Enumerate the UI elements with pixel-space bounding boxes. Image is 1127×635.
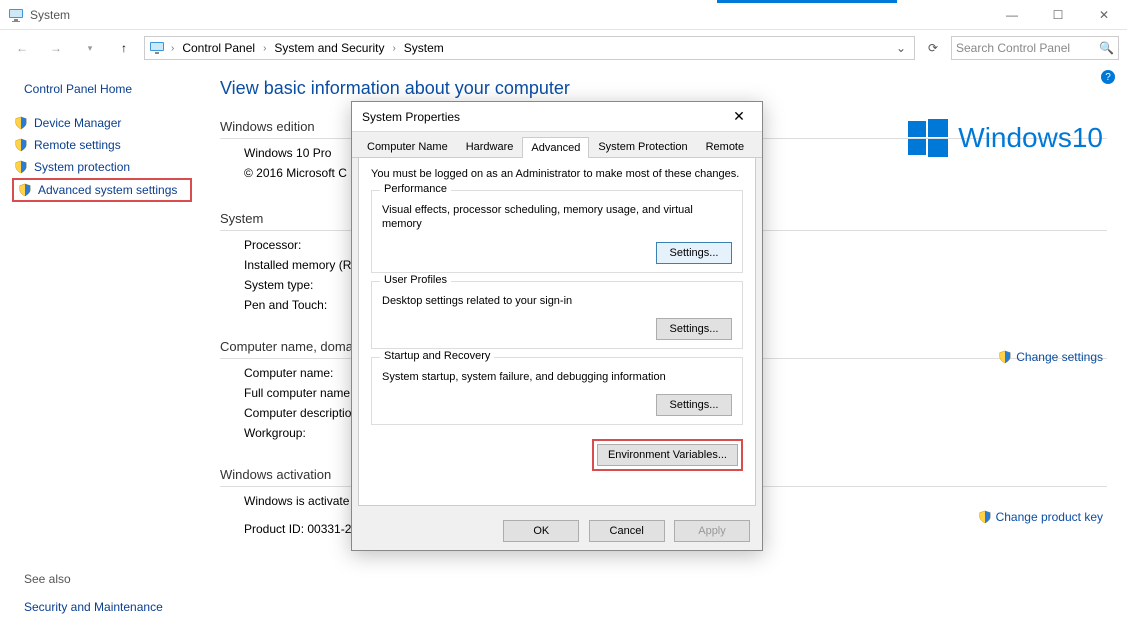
windows10-text: Windows10: [958, 122, 1103, 154]
environment-variables-button[interactable]: Environment Variables...: [597, 444, 738, 466]
group-title: Performance: [380, 183, 451, 195]
tab-system-protection[interactable]: System Protection: [589, 136, 696, 157]
back-button[interactable]: ←: [8, 34, 36, 62]
cancel-button[interactable]: Cancel: [589, 520, 665, 542]
change-product-key-link[interactable]: Change product key: [978, 510, 1103, 524]
chevron-right-icon[interactable]: ›: [261, 43, 268, 54]
env-vars-row: Environment Variables...: [371, 439, 743, 471]
sidebar-item-label: Remote settings: [34, 138, 121, 152]
environment-variables-highlight: Environment Variables...: [592, 439, 743, 471]
page-title: View basic information about your comput…: [220, 78, 1107, 99]
performance-settings-button[interactable]: Settings...: [656, 242, 732, 264]
sidebar-item-advanced-system-settings[interactable]: Advanced system settings: [12, 178, 192, 202]
address-dropdown[interactable]: ⌄: [892, 41, 910, 55]
system-icon: [8, 7, 24, 23]
sidebar-item-system-protection[interactable]: System protection: [12, 156, 192, 178]
sidebar-item-label: Advanced system settings: [38, 183, 177, 197]
tab-advanced[interactable]: Advanced: [522, 137, 589, 158]
sidebar: Control Panel Home Device Manager Remote…: [0, 66, 200, 635]
shield-icon: [18, 183, 32, 197]
sidebar-item-remote-settings[interactable]: Remote settings: [12, 134, 192, 156]
windows-flag-icon: [908, 118, 948, 158]
close-button[interactable]: ✕: [1081, 0, 1127, 30]
tab-remote[interactable]: Remote: [697, 136, 754, 157]
group-title: User Profiles: [380, 274, 451, 286]
change-settings-link[interactable]: Change settings: [998, 350, 1103, 364]
control-panel-home-link[interactable]: Control Panel Home: [24, 82, 192, 96]
chevron-right-icon[interactable]: ›: [169, 43, 176, 54]
sidebar-item-device-manager[interactable]: Device Manager: [12, 112, 192, 134]
maximize-button[interactable]: ☐: [1035, 0, 1081, 30]
dialog-body: You must be logged on as an Administrato…: [358, 158, 756, 506]
user-profiles-settings-button[interactable]: Settings...: [656, 318, 732, 340]
search-placeholder: Search Control Panel: [956, 41, 1099, 55]
group-user-profiles: User Profiles Desktop settings related t…: [371, 281, 743, 349]
chevron-right-icon[interactable]: ›: [390, 43, 397, 54]
recent-dropdown[interactable]: ▾: [76, 34, 104, 62]
breadcrumb[interactable]: Control Panel: [180, 41, 257, 55]
breadcrumb[interactable]: System: [402, 41, 446, 55]
dialog-close-button[interactable]: ✕: [726, 108, 752, 125]
window-title: System: [30, 8, 989, 22]
system-properties-dialog: System Properties ✕ Computer Name Hardwa…: [351, 101, 763, 551]
tab-computer-name[interactable]: Computer Name: [358, 136, 457, 157]
breadcrumb-icon: [149, 40, 165, 56]
sidebar-item-label: System protection: [34, 160, 130, 174]
group-performance: Performance Visual effects, processor sc…: [371, 190, 743, 273]
tab-hardware[interactable]: Hardware: [457, 136, 523, 157]
breadcrumb-bar[interactable]: › Control Panel › System and Security › …: [144, 36, 915, 60]
address-bar: ← → ▾ ↑ › Control Panel › System and Sec…: [0, 30, 1127, 66]
group-desc: System startup, system failure, and debu…: [382, 370, 732, 384]
see-also-label: See also: [24, 572, 192, 586]
shield-icon: [978, 510, 992, 524]
breadcrumb[interactable]: System and Security: [272, 41, 386, 55]
group-title: Startup and Recovery: [380, 350, 494, 362]
sidebar-item-label: Device Manager: [34, 116, 121, 130]
up-button[interactable]: ↑: [110, 34, 138, 62]
startup-recovery-settings-button[interactable]: Settings...: [656, 394, 732, 416]
shield-icon: [998, 350, 1012, 364]
shield-icon: [14, 160, 28, 174]
shield-icon: [14, 116, 28, 130]
dialog-title: System Properties: [362, 110, 726, 124]
shield-icon: [14, 138, 28, 152]
titlebar: System — ☐ ✕: [0, 0, 1127, 30]
group-startup-recovery: Startup and Recovery System startup, sys…: [371, 357, 743, 425]
group-desc: Desktop settings related to your sign-in: [382, 294, 732, 308]
dialog-titlebar: System Properties ✕: [352, 102, 762, 132]
window-controls: — ☐ ✕: [989, 0, 1127, 30]
dialog-tabs: Computer Name Hardware Advanced System P…: [352, 132, 762, 158]
accent-strip: [717, 0, 897, 3]
admin-note: You must be logged on as an Administrato…: [371, 168, 743, 180]
security-maintenance-link[interactable]: Security and Maintenance: [24, 600, 192, 614]
ok-button[interactable]: OK: [503, 520, 579, 542]
windows-logo: Windows10: [908, 118, 1103, 158]
search-input[interactable]: Search Control Panel 🔍: [951, 36, 1119, 60]
search-icon[interactable]: 🔍: [1099, 41, 1114, 55]
group-desc: Visual effects, processor scheduling, me…: [382, 203, 732, 232]
apply-button[interactable]: Apply: [674, 520, 750, 542]
minimize-button[interactable]: —: [989, 0, 1035, 30]
forward-button[interactable]: →: [42, 34, 70, 62]
refresh-button[interactable]: ⟳: [921, 36, 945, 60]
dialog-footer: OK Cancel Apply: [352, 512, 762, 550]
